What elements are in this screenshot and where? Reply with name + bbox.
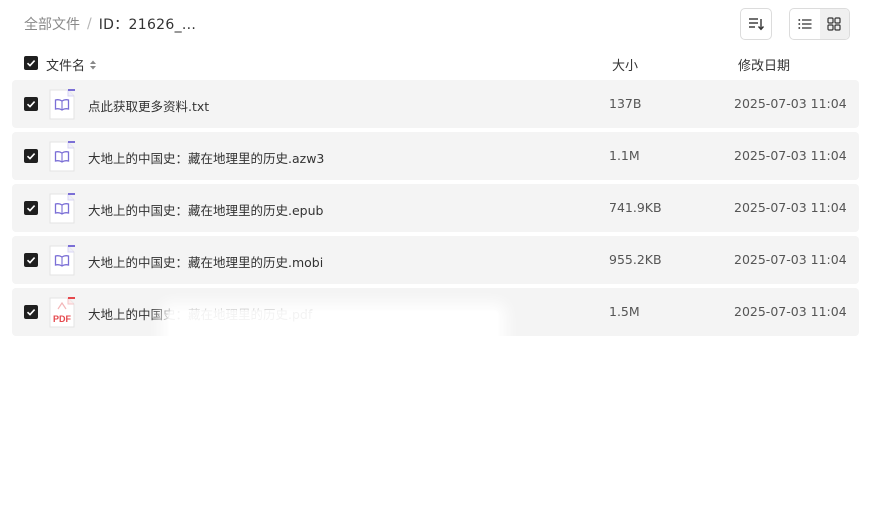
sort-icon [749,18,764,31]
file-name[interactable]: 大地上的中国史：藏在地理里的历史.mobi [88,252,323,271]
book-file-icon [49,193,75,224]
breadcrumb-root-link[interactable]: 全部文件 [24,14,80,34]
file-size: 1.1M [609,148,640,163]
file-size: 955.2KB [609,252,662,267]
row-checkbox[interactable] [24,253,38,267]
name-column-header[interactable]: 文件名 [46,55,98,74]
list-view-icon [798,19,812,29]
grid-view-button[interactable] [819,9,849,39]
breadcrumb-separator: / [87,16,92,32]
file-name[interactable]: 大地上的中国史：藏在地理里的历史.epub [88,200,323,219]
breadcrumb-current: ID：21626_... [98,17,197,33]
book-file-icon [49,89,75,120]
row-checkbox[interactable] [24,149,38,163]
file-size: 137B [609,96,642,111]
breadcrumb: 全部文件 / ID：21626_... [24,14,196,34]
sort-button[interactable] [740,8,772,40]
file-date: 2025-07-03 11:04 [734,252,847,267]
checkmark-icon [26,60,36,67]
table-header: 文件名 大小 修改日期 [12,50,859,78]
pdf-file-icon: PDF [49,297,75,328]
checkmark-icon [26,309,36,316]
size-column-header[interactable]: 大小 [612,55,638,74]
file-row[interactable]: 大地上的中国史：藏在地理里的历史.epub 741.9KB 2025-07-03… [12,184,859,232]
sort-arrows-icon [90,60,97,69]
row-checkbox[interactable] [24,201,38,215]
file-date: 2025-07-03 11:04 [734,304,847,319]
file-name[interactable]: 点此获取更多资料.txt [88,96,209,115]
checkmark-icon [26,257,36,264]
file-date: 2025-07-03 11:04 [734,200,847,215]
name-header-label: 文件名 [46,59,86,74]
checkmark-icon [26,205,36,212]
select-all-checkbox[interactable] [24,56,38,70]
row-checkbox[interactable] [24,97,38,111]
checkmark-icon [26,101,36,108]
file-size: 741.9KB [609,200,662,215]
list-view-button[interactable] [790,9,820,39]
grid-view-icon [827,17,841,31]
row-checkbox[interactable] [24,305,38,319]
file-date: 2025-07-03 11:04 [734,96,847,111]
view-toggle [789,8,850,40]
blur-overlay [168,310,499,412]
file-row[interactable]: 大地上的中国史：藏在地理里的历史.mobi 955.2KB 2025-07-03… [12,236,859,284]
book-file-icon [49,141,75,172]
file-date: 2025-07-03 11:04 [734,148,847,163]
book-file-icon [49,245,75,276]
date-column-header[interactable]: 修改日期 [738,55,790,74]
file-row[interactable]: 点此获取更多资料.txt 137B 2025-07-03 11:04 [12,80,859,128]
checkmark-icon [26,153,36,160]
pdf-icon-label: PDF [53,314,72,324]
file-size: 1.5M [609,304,640,319]
file-name[interactable]: 大地上的中国史：藏在地理里的历史.azw3 [88,148,324,167]
file-row[interactable]: 大地上的中国史：藏在地理里的历史.azw3 1.1M 2025-07-03 11… [12,132,859,180]
